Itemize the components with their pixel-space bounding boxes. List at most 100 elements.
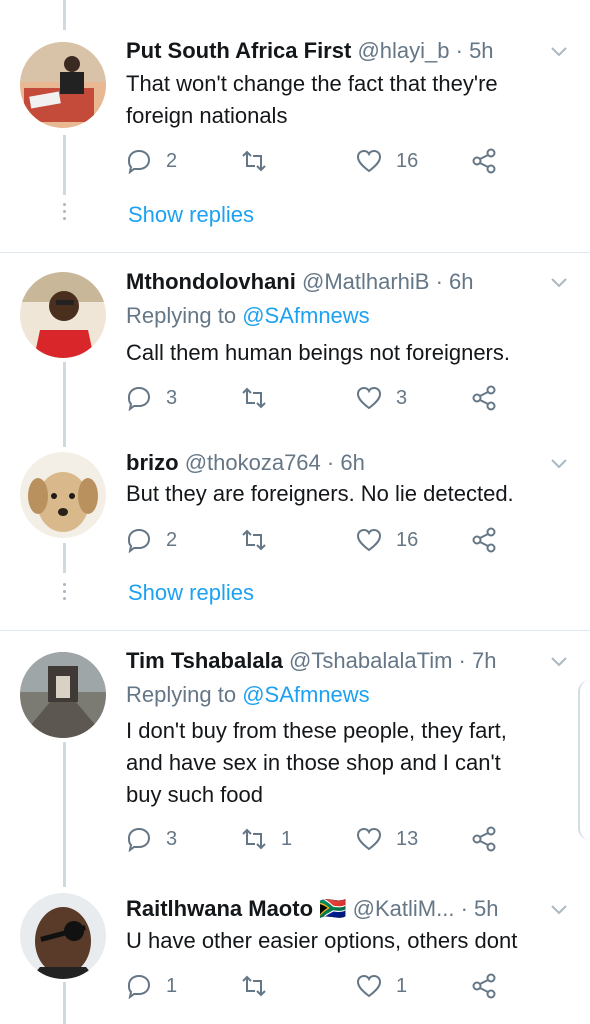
- mention-link[interactable]: @SAfmnews: [242, 682, 369, 707]
- tweet-text-line: I don't buy from these people, they fart…: [126, 718, 507, 743]
- tweet-text-line: U have other easier options, others dont: [126, 928, 518, 953]
- like-button[interactable]: 3: [356, 385, 407, 411]
- tweet-text: U have other easier options, others dont: [126, 925, 566, 957]
- retweet-button[interactable]: [241, 973, 281, 999]
- tweet-header: brizo @thokoza764 · 6h: [126, 450, 365, 476]
- display-name[interactable]: Mthondolovhani: [126, 269, 296, 294]
- tweet-text-line: But they are foreigners. No lie detected…: [126, 481, 514, 506]
- retweet-icon: [242, 529, 266, 551]
- retweet-count: 1: [281, 827, 293, 850]
- heart-icon: [356, 528, 382, 552]
- tweet-header: Tim Tshabalala @TshabalalaTim · 7h: [126, 648, 496, 674]
- retweet-button[interactable]: [241, 148, 281, 174]
- reply-button[interactable]: 1: [126, 973, 177, 999]
- reply-icon: [127, 827, 151, 852]
- reply-button[interactable]: 3: [126, 385, 177, 411]
- reply-icon: [127, 149, 151, 174]
- retweet-icon: [242, 828, 266, 850]
- timestamp[interactable]: · 6h: [327, 450, 365, 475]
- avatar[interactable]: [20, 652, 106, 738]
- like-button[interactable]: 1: [356, 973, 407, 999]
- replying-to: Replying to @SAfmnews: [126, 682, 370, 708]
- retweet-icon: [242, 387, 266, 409]
- share-button[interactable]: [471, 148, 511, 174]
- reply-count: 3: [166, 386, 178, 409]
- tweet-text: I don't buy from these people, they fart…: [126, 715, 566, 811]
- user-handle[interactable]: @hlayi_b: [357, 38, 449, 63]
- avatar[interactable]: [20, 42, 106, 128]
- tweet-header: Put South Africa First @hlayi_b · 5h: [126, 38, 494, 64]
- thread-line: [63, 742, 66, 887]
- retweet-button[interactable]: [241, 527, 281, 553]
- heart-icon: [356, 149, 382, 173]
- share-button[interactable]: [471, 385, 511, 411]
- reply-count: 3: [166, 827, 178, 850]
- scroll-indicator[interactable]: [578, 680, 590, 840]
- retweet-button[interactable]: [241, 385, 281, 411]
- like-count: 16: [396, 149, 419, 172]
- tweet-text-line: That won't change the fact that they're: [126, 71, 498, 96]
- like-button[interactable]: 13: [356, 826, 418, 852]
- chevron-down-icon[interactable]: [550, 42, 568, 60]
- timestamp[interactable]: · 6h: [436, 269, 474, 294]
- share-button[interactable]: [471, 826, 511, 852]
- tweet-text-line: Call them human beings not foreigners.: [126, 340, 510, 365]
- heart-icon: [356, 827, 382, 851]
- thread-line: [63, 362, 66, 447]
- display-name[interactable]: Tim Tshabalala: [126, 648, 283, 673]
- avatar[interactable]: [20, 272, 106, 358]
- replying-to: Replying to @SAfmnews: [126, 303, 370, 329]
- user-handle[interactable]: @TshabalalaTim: [289, 648, 452, 673]
- reply-count: 2: [166, 528, 178, 551]
- like-count: 3: [396, 386, 408, 409]
- reply-icon: [127, 386, 151, 411]
- display-name[interactable]: brizo: [126, 450, 179, 475]
- replying-to-label: Replying to: [126, 682, 237, 707]
- avatar[interactable]: [20, 452, 106, 538]
- timestamp[interactable]: · 5h: [461, 896, 499, 921]
- show-replies-link[interactable]: Show replies: [128, 580, 254, 606]
- chevron-down-icon[interactable]: [550, 273, 568, 291]
- chevron-down-icon[interactable]: [550, 652, 568, 670]
- tweet-actions: 2 16: [126, 148, 526, 180]
- thread-line: [63, 982, 66, 1024]
- tweet-text: Call them human beings not foreigners.: [126, 337, 566, 369]
- share-icon: [472, 385, 496, 411]
- heart-icon: [356, 974, 382, 998]
- tweet-text-line: and have sex in those shop and I can't: [126, 750, 501, 775]
- display-name[interactable]: Put South Africa First: [126, 38, 351, 63]
- share-button[interactable]: [471, 973, 511, 999]
- retweet-icon: [242, 975, 266, 997]
- retweet-button[interactable]: 1: [241, 826, 292, 852]
- share-icon: [472, 973, 496, 999]
- like-button[interactable]: 16: [356, 148, 418, 174]
- like-count: 13: [396, 827, 419, 850]
- mention-link[interactable]: @SAfmnews: [242, 303, 369, 328]
- tweet-text-line: foreign nationals: [126, 103, 288, 128]
- tweet-header: Mthondolovhani @MatlharhiB · 6h: [126, 269, 474, 295]
- display-name[interactable]: Raitlhwana Maoto: [126, 896, 313, 921]
- share-icon: [472, 527, 496, 553]
- tweet-actions: 1 1: [126, 973, 526, 1005]
- user-handle[interactable]: @thokoza764: [185, 450, 321, 475]
- heart-icon: [356, 386, 382, 410]
- timestamp[interactable]: · 5h: [456, 38, 494, 63]
- user-handle[interactable]: @MatlharhiB: [302, 269, 430, 294]
- reply-button[interactable]: 2: [126, 527, 177, 553]
- flag-emoji: 🇿🇦: [319, 896, 347, 921]
- chevron-down-icon[interactable]: [550, 454, 568, 472]
- share-button[interactable]: [471, 527, 511, 553]
- tweet-actions: 3 3: [126, 385, 526, 417]
- more-thread-dots: [57, 203, 71, 224]
- reply-button[interactable]: 2: [126, 148, 177, 174]
- replying-to-label: Replying to: [126, 303, 237, 328]
- timestamp[interactable]: · 7h: [459, 648, 497, 673]
- reply-button[interactable]: 3: [126, 826, 177, 852]
- more-thread-dots: [57, 583, 71, 604]
- tweet-actions: 2 16: [126, 527, 526, 559]
- chevron-down-icon[interactable]: [550, 900, 568, 918]
- user-handle[interactable]: @KatliM...: [353, 896, 455, 921]
- avatar[interactable]: [20, 893, 106, 979]
- show-replies-link[interactable]: Show replies: [128, 202, 254, 228]
- like-button[interactable]: 16: [356, 527, 418, 553]
